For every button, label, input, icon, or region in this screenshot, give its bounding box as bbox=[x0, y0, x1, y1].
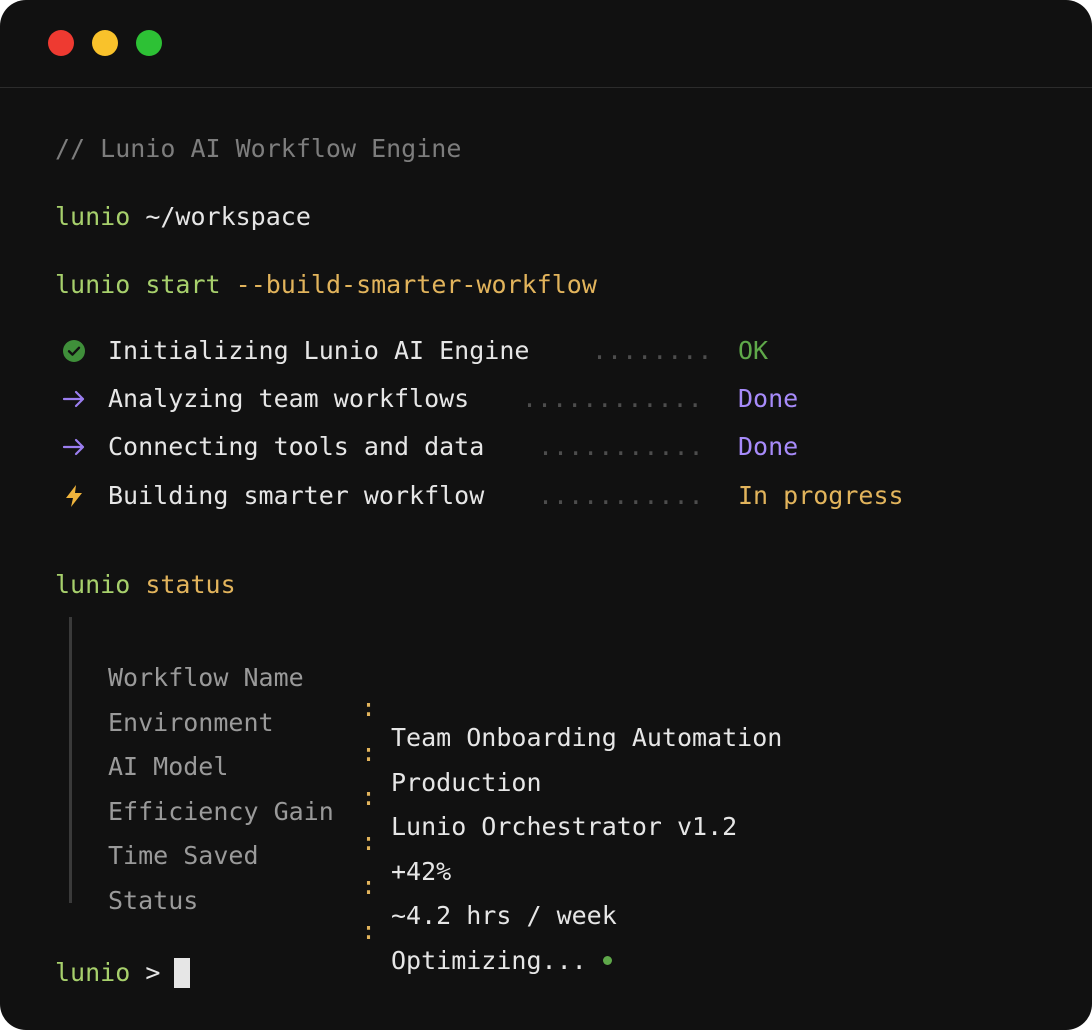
status-value: Optimizing... bbox=[391, 946, 612, 976]
input-prompt-line[interactable]: lunio > bbox=[55, 958, 191, 988]
prompt-symbol: > bbox=[145, 958, 161, 987]
step-label: Connecting tools and data bbox=[108, 432, 485, 461]
step-label: Building smarter workflow bbox=[108, 481, 485, 510]
step-row: Connecting tools and data ........... Do… bbox=[62, 432, 962, 462]
text-cursor[interactable] bbox=[174, 958, 191, 988]
terminal-window: // Lunio AI Workflow Engine lunio ~/work… bbox=[0, 0, 1092, 1030]
maximize-button[interactable] bbox=[136, 30, 162, 56]
status-row: Workflow Name : Team Onboarding Automati… bbox=[108, 633, 808, 752]
command-flag: --build-smarter-workflow bbox=[235, 270, 597, 299]
status-value: ~4.2 hrs / week bbox=[391, 901, 617, 930]
title-bar bbox=[0, 0, 1092, 88]
step-label: Analyzing team workflows bbox=[108, 384, 470, 413]
status-row: Environment : Production bbox=[108, 678, 808, 797]
status-row: Status : Optimizing... bbox=[108, 856, 808, 975]
prompt-name: lunio bbox=[55, 202, 131, 231]
arrow-right-icon bbox=[62, 438, 85, 456]
check-circle-icon bbox=[63, 340, 85, 362]
step-result: Done bbox=[738, 384, 799, 413]
arrow-right-icon bbox=[62, 390, 85, 408]
status-row: AI Model : Lunio Orchestrator v1.2 bbox=[108, 722, 808, 841]
status-separator: : bbox=[361, 916, 377, 945]
step-row: Building smarter workflow ........... In… bbox=[62, 481, 962, 511]
status-row: Time Saved : ~4.2 hrs / week bbox=[108, 811, 808, 930]
status-command-line: lunio status bbox=[55, 570, 236, 600]
command-line: lunio start --build-smarter-workflow bbox=[55, 270, 597, 300]
prompt-cwd-line: lunio ~/workspace bbox=[55, 202, 311, 232]
step-leader: ........ bbox=[592, 336, 713, 365]
step-result: OK bbox=[738, 336, 769, 365]
cwd-path: ~/workspace bbox=[145, 202, 311, 231]
status-key: Status bbox=[108, 886, 199, 915]
live-status-dot-icon bbox=[602, 955, 612, 965]
prompt-name: lunio bbox=[55, 958, 131, 987]
step-leader: ............ bbox=[522, 384, 703, 413]
command-name: start bbox=[145, 270, 221, 299]
lightning-icon bbox=[66, 485, 82, 507]
prompt-name: lunio bbox=[55, 270, 131, 299]
step-leader: ........... bbox=[538, 432, 704, 461]
prompt-name: lunio bbox=[55, 570, 131, 599]
step-row: Initializing Lunio AI Engine ........ OK bbox=[62, 336, 962, 366]
status-value-text: Optimizing... bbox=[391, 946, 587, 975]
command-name: status bbox=[145, 570, 236, 599]
step-result: Done bbox=[738, 432, 799, 461]
minimize-button[interactable] bbox=[92, 30, 118, 56]
step-leader: ........... bbox=[538, 481, 704, 510]
step-row: Analyzing team workflows ............ Do… bbox=[62, 384, 962, 414]
comment-line: // Lunio AI Workflow Engine bbox=[55, 134, 462, 163]
status-row: Efficiency Gain : +42% bbox=[108, 767, 808, 886]
step-result: In progress bbox=[738, 481, 904, 510]
step-label: Initializing Lunio AI Engine bbox=[108, 336, 530, 365]
status-panel: Workflow Name : Team Onboarding Automati… bbox=[69, 617, 782, 975]
close-button[interactable] bbox=[48, 30, 74, 56]
